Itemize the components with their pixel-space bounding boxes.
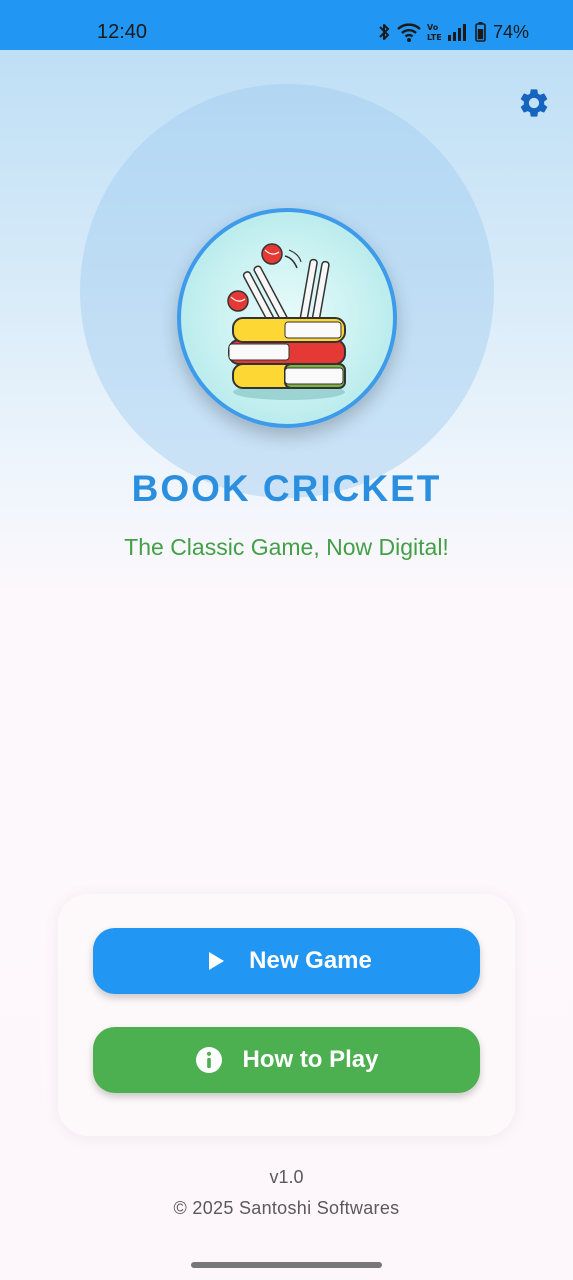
bluetooth-icon	[379, 24, 389, 40]
status-icons: Vo LTE 74%	[377, 20, 529, 44]
home-indicator[interactable]	[191, 1262, 382, 1268]
how-to-play-label: How to Play	[242, 1046, 379, 1073]
books-and-wickets-icon	[227, 243, 346, 400]
svg-text:LTE: LTE	[427, 33, 441, 42]
settings-button[interactable]	[516, 85, 552, 121]
new-game-button[interactable]: New Game	[93, 928, 480, 994]
how-to-play-button[interactable]: How to Play	[93, 1027, 480, 1093]
gear-icon	[520, 89, 548, 117]
svg-text:Vo: Vo	[427, 23, 439, 32]
wifi-icon	[397, 23, 421, 42]
signal-icon	[447, 24, 466, 41]
status-bar: 12:40 Vo LTE 74%	[0, 0, 573, 50]
version-text: v1.0	[269, 1167, 304, 1187]
play-icon	[201, 946, 231, 976]
battery-percentage: 74%	[492, 21, 529, 42]
app-logo	[177, 208, 397, 428]
app-title: BOOK CRICKET	[131, 468, 442, 509]
copyright-text: © 2025 Santoshi Softwares	[173, 1198, 400, 1218]
info-icon	[194, 1045, 224, 1075]
app-subtitle: The Classic Game, Now Digital!	[124, 534, 449, 560]
status-time: 12:40	[97, 21, 148, 43]
new-game-label: New Game	[249, 947, 372, 974]
volte-icon: Vo LTE	[427, 23, 441, 42]
battery-icon	[475, 22, 486, 42]
